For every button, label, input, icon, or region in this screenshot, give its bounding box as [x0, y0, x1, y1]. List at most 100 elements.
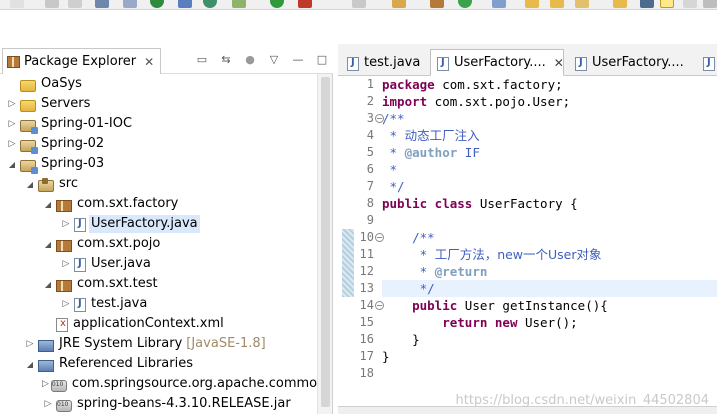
tree-item[interactable]: ◢ Spring-03: [0, 154, 318, 174]
tab-more[interactable]: [698, 49, 717, 76]
minimize-icon[interactable]: —: [291, 52, 305, 66]
collapsed-arrow-icon[interactable]: ▷: [6, 114, 18, 134]
new-icon[interactable]: [10, 0, 24, 8]
tree-item-label: Spring-03: [41, 156, 105, 171]
tree-item[interactable]: ▷ Spring-01-IOC: [0, 114, 318, 134]
no-arrow: [42, 314, 54, 334]
code-line: public User getInstance(){: [412, 298, 608, 313]
scrollbar-thumb[interactable]: [321, 77, 330, 407]
debug-icon[interactable]: [150, 0, 164, 8]
editor-tabs: test.java UserFactory.... ✕ UserFactory.…: [338, 44, 717, 76]
jar-icon: [50, 380, 67, 392]
annotation-icon[interactable]: [640, 0, 654, 8]
package-explorer-tools: ▭ ⇆ ● ▽ — □: [195, 52, 329, 66]
expanded-arrow-icon[interactable]: ◢: [24, 354, 36, 374]
collapse-all-icon[interactable]: ▭: [195, 52, 209, 66]
print-icon[interactable]: [68, 0, 82, 8]
line-number: 6: [366, 162, 374, 176]
collapsed-arrow-icon[interactable]: ▷: [24, 334, 36, 354]
maximize-icon[interactable]: □: [315, 52, 329, 66]
tree-item-label: com.springsource.org.apache.commons.: [71, 376, 318, 391]
collapsed-arrow-icon[interactable]: ▷: [42, 374, 49, 394]
globe-icon[interactable]: [203, 0, 217, 8]
tree-item-label: applicationContext.xml: [73, 316, 224, 331]
tree-item[interactable]: ▷ Spring-02: [0, 134, 318, 154]
collapsed-arrow-icon[interactable]: ▷: [60, 294, 72, 314]
expanded-arrow-icon[interactable]: ◢: [6, 154, 18, 174]
tree-item[interactable]: ▷ test.java: [0, 294, 318, 314]
line-number: 9: [366, 213, 374, 227]
tool-icon[interactable]: [232, 0, 246, 8]
external-tools-icon[interactable]: [298, 0, 312, 8]
open-type-icon[interactable]: [492, 0, 506, 8]
tree-item[interactable]: ◢ com.sxt.test: [0, 274, 318, 294]
pencil-icon[interactable]: [575, 0, 589, 8]
run-icon[interactable]: [270, 0, 284, 8]
tree-item-label: Referenced Libraries: [59, 356, 193, 371]
search-icon[interactable]: [123, 0, 137, 8]
tab-label: UserFactory....: [454, 55, 546, 70]
save-icon[interactable]: [45, 0, 59, 8]
tree-item[interactable]: ▷ User.java: [0, 254, 318, 274]
tree-item[interactable]: ◢ src: [0, 174, 318, 194]
expanded-arrow-icon[interactable]: ◢: [42, 234, 54, 254]
tree-item[interactable]: ◢ com.sxt.pojo: [0, 234, 318, 254]
code-editor[interactable]: package com.sxt.factory; import com.sxt.…: [382, 76, 717, 414]
tree-item[interactable]: applicationContext.xml: [0, 314, 318, 334]
code-line: public class UserFactory {: [382, 196, 578, 211]
tree-item[interactable]: ▷ JRE System Library [JavaSE-1.8]: [0, 334, 318, 354]
back-icon[interactable]: [703, 0, 717, 8]
vertical-scrollbar[interactable]: [317, 74, 332, 414]
line-number: 13: [359, 281, 374, 295]
expanded-arrow-icon[interactable]: ◢: [42, 274, 54, 294]
collapsed-arrow-icon[interactable]: ▷: [60, 214, 72, 234]
toggle-mark-icon[interactable]: [178, 0, 192, 8]
tree-item[interactable]: OaSys: [0, 74, 318, 94]
step-icon[interactable]: [392, 0, 406, 8]
open-folder-icon[interactable]: [525, 0, 539, 8]
collapsed-arrow-icon[interactable]: ▷: [42, 394, 54, 414]
tree-item-label: Servers: [41, 96, 91, 111]
line-number: 11: [359, 247, 374, 261]
tree-item[interactable]: ▷ com.springsource.org.apache.commons.: [0, 374, 318, 394]
package-explorer-header: Package Explorer ✕ ▭ ⇆ ● ▽ — □: [0, 44, 333, 74]
expanded-arrow-icon[interactable]: ◢: [42, 194, 54, 214]
line-number: 17: [359, 349, 374, 363]
tree-item[interactable]: ▷ UserFactory.java: [0, 214, 318, 234]
package-icon: [56, 200, 72, 212]
view-menu-icon[interactable]: ▽: [267, 52, 281, 66]
tab-userfactory-java[interactable]: UserFactory.... ✕: [430, 49, 564, 76]
line-number-gutter: 1 2 3− 4 5 6 7 8 9 10− 11 12 13 14− 15 1…: [342, 76, 384, 414]
expanded-arrow-icon[interactable]: ◢: [24, 174, 36, 194]
collapsed-arrow-icon[interactable]: ▷: [60, 254, 72, 274]
link-with-editor-icon[interactable]: ⇆: [219, 52, 233, 66]
tab-userfactory-java-2[interactable]: UserFactory....: [568, 49, 698, 76]
tab-test-java[interactable]: test.java: [340, 49, 428, 76]
tree-item[interactable]: ▷ spring-beans-4.3.10.RELEASE.jar: [0, 394, 318, 414]
package-icon: [56, 280, 72, 292]
terminal-icon[interactable]: [95, 0, 109, 8]
refresh-icon[interactable]: [458, 0, 472, 8]
focus-icon[interactable]: ●: [243, 52, 257, 66]
package-explorer-tab[interactable]: Package Explorer ✕: [2, 48, 162, 74]
highlight-icon[interactable]: [660, 0, 674, 8]
line-number: 2: [366, 94, 374, 108]
tree-item[interactable]: ▷ Servers: [0, 94, 318, 114]
stop-icon[interactable]: [352, 0, 366, 8]
collapsed-arrow-icon[interactable]: ▷: [6, 134, 18, 154]
package-explorer-title: Package Explorer: [24, 54, 137, 69]
package-explorer-panel: Package Explorer ✕ ▭ ⇆ ● ▽ — □ OaSys ▷ Ser…: [0, 44, 333, 414]
code-line: * 动态工厂注入: [382, 128, 480, 143]
open-folder-icon[interactable]: [550, 0, 564, 8]
no-arrow: [6, 74, 18, 94]
tree-item[interactable]: ◢ Referenced Libraries: [0, 354, 318, 374]
line-number: 8: [366, 196, 374, 210]
close-icon[interactable]: ✕: [144, 55, 154, 69]
close-icon[interactable]: ✕: [554, 56, 563, 70]
open-folder-icon[interactable]: [613, 0, 627, 8]
document-icon[interactable]: [683, 0, 697, 8]
tree-item[interactable]: ◢ com.sxt.factory: [0, 194, 318, 214]
new-project-icon[interactable]: [430, 0, 444, 8]
collapsed-arrow-icon[interactable]: ▷: [6, 94, 18, 114]
